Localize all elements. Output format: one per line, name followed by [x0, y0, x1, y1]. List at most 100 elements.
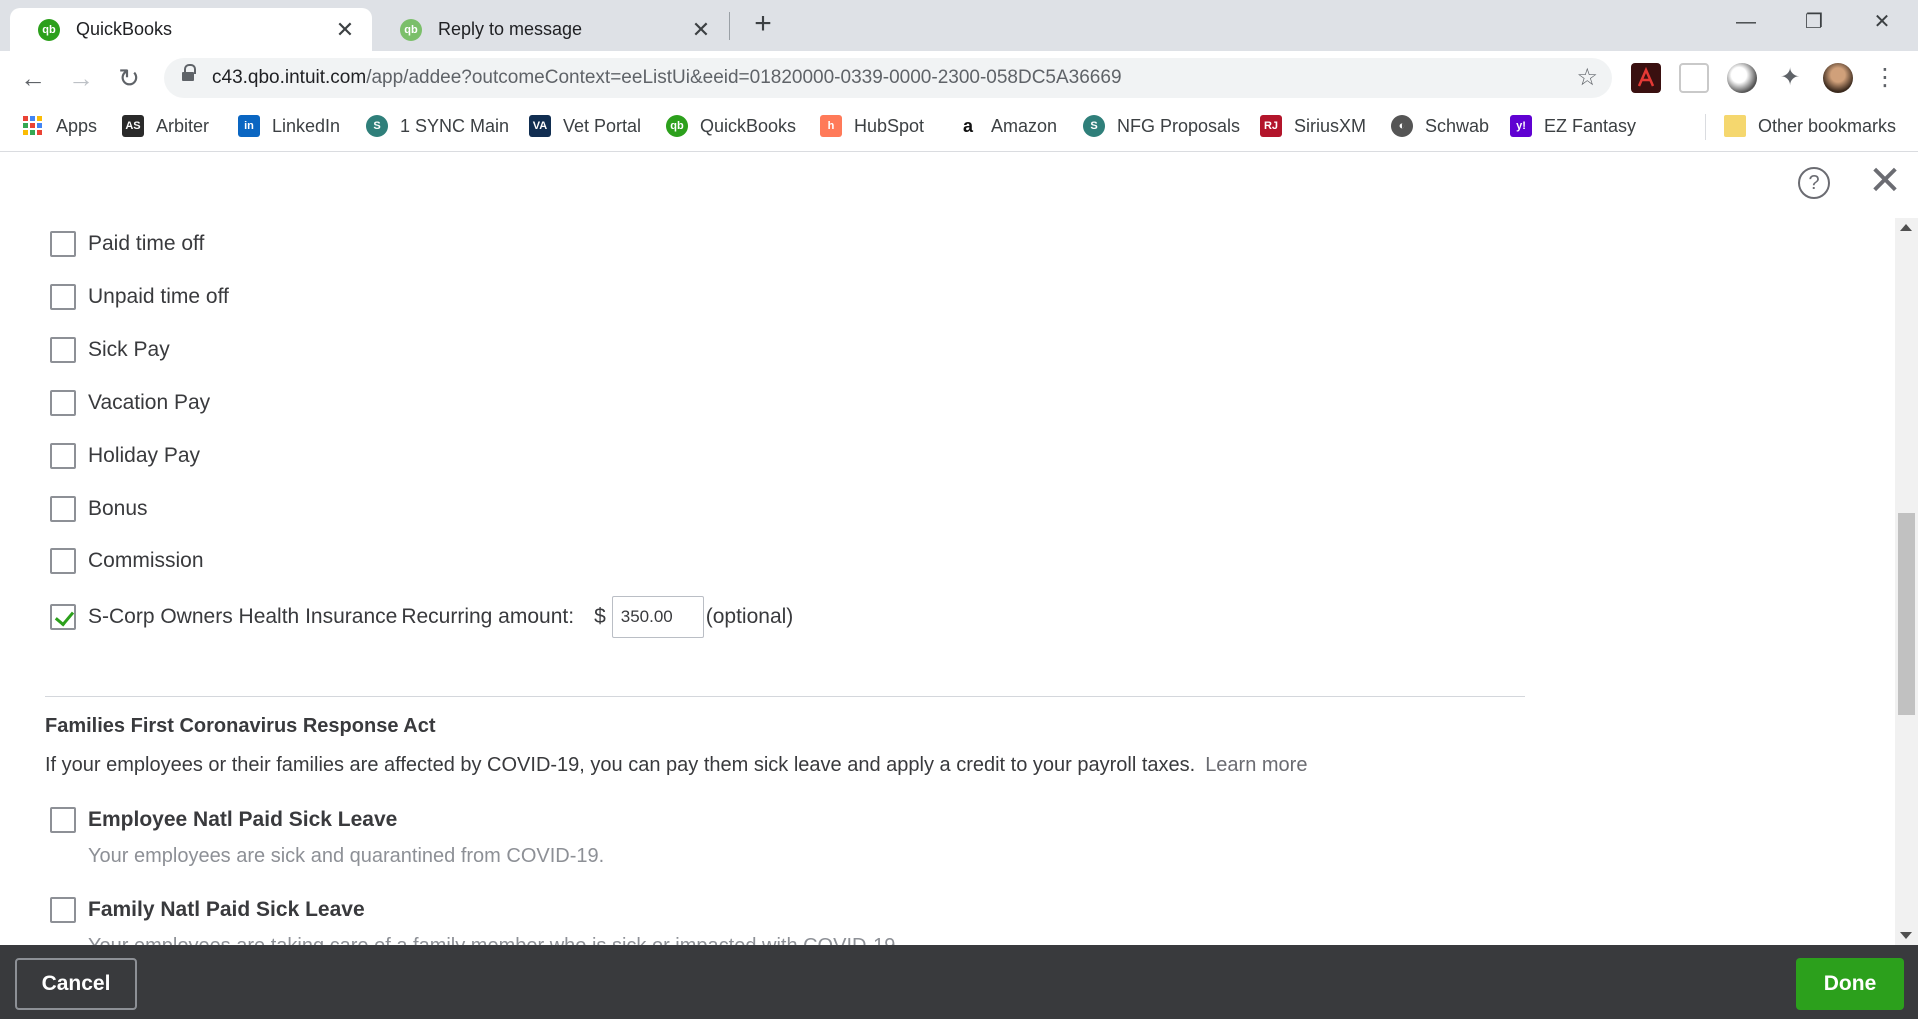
bookmark-linkedin[interactable]: in LinkedIn	[238, 115, 340, 137]
browser-tab-strip: qb QuickBooks ✕ qb Reply to message ✕ + …	[0, 0, 1918, 51]
bookmark-label: Arbiter	[156, 115, 210, 136]
quickbooks-icon: qb	[666, 115, 688, 137]
pay-type-label: Bonus	[88, 497, 148, 520]
scrollbar[interactable]	[1895, 218, 1918, 945]
bookmark-amazon[interactable]: a Amazon	[957, 115, 1057, 137]
ffcra-item-description: Your employees are taking care of a fami…	[88, 935, 901, 945]
pay-type-bonus[interactable]: Bonus	[50, 496, 148, 522]
help-icon[interactable]: ?	[1798, 167, 1830, 199]
learn-more-link[interactable]: Learn more	[1205, 754, 1307, 776]
bookmark-ez-fantasy[interactable]: y! EZ Fantasy	[1510, 115, 1636, 137]
recurring-amount-label: Recurring amount:	[401, 605, 575, 628]
bookmark-label: Vet Portal	[563, 115, 642, 136]
bookmark-siriusxm[interactable]: RJ SiriusXM	[1260, 115, 1366, 137]
pay-type-label: Paid time off	[88, 232, 205, 255]
dark-reader-extension-icon[interactable]	[1727, 63, 1757, 93]
tab-quickbooks[interactable]: qb QuickBooks ✕	[10, 8, 372, 51]
back-button[interactable]: ←	[15, 61, 51, 97]
bookmark-arbiter[interactable]: AS Arbiter	[122, 115, 209, 137]
bookmark-quickbooks[interactable]: qb QuickBooks	[666, 115, 796, 137]
address-bar[interactable]: c43.qbo.intuit.com/app/addee?outcomeCont…	[164, 58, 1612, 98]
bookmarks-divider	[1705, 114, 1706, 140]
bookmark-nfg-proposals[interactable]: S NFG Proposals	[1083, 115, 1240, 137]
browser-toolbar: ← → ↻ c43.qbo.intuit.com/app/addee?outco…	[0, 51, 1918, 106]
checkbox-checked[interactable]	[50, 604, 76, 630]
linkedin-icon: in	[238, 115, 260, 137]
bookmark-schwab[interactable]: ◐ Schwab	[1391, 115, 1489, 137]
browser-menu-icon[interactable]: ⋮	[1870, 63, 1900, 93]
folder-icon	[1724, 115, 1746, 137]
new-tab-button[interactable]: +	[748, 9, 778, 40]
quickbooks-icon: qb	[400, 18, 422, 41]
pay-type-label: Vacation Pay	[88, 391, 211, 414]
tab-title: Reply to message	[438, 19, 583, 39]
pay-type-holiday-pay[interactable]: Holiday Pay	[50, 443, 200, 469]
bookmark-apps[interactable]: Apps	[22, 115, 97, 137]
acrobat-extension-icon[interactable]	[1631, 63, 1661, 93]
bookmark-1-sync-main[interactable]: S 1 SYNC Main	[366, 115, 509, 137]
pay-type-unpaid-time-off[interactable]: Unpaid time off	[50, 284, 229, 310]
scrollbar-thumb[interactable]	[1898, 513, 1915, 715]
bookmark-label: Schwab	[1425, 115, 1490, 136]
bookmark-other-bookmarks[interactable]: Other bookmarks	[1724, 115, 1896, 137]
window-close-button[interactable]: ✕	[1854, 6, 1910, 38]
minimize-button[interactable]: —	[1718, 6, 1774, 38]
pay-type-sick-pay[interactable]: Sick Pay	[50, 337, 170, 363]
checkbox[interactable]	[50, 284, 76, 310]
checkbox[interactable]	[50, 443, 76, 469]
section-divider	[45, 696, 1525, 697]
extensions-puzzle-icon[interactable]: ✦	[1775, 63, 1805, 93]
tab-title: QuickBooks	[76, 19, 173, 39]
tab-close-icon[interactable]: ✕	[690, 17, 712, 43]
currency-symbol: $	[594, 605, 606, 628]
tab-reply-to-message[interactable]: qb Reply to message ✕	[372, 8, 728, 51]
ffcra-item-label: Family Natl Paid Sick Leave	[88, 898, 365, 921]
checkbox[interactable]	[50, 231, 76, 257]
bookmark-label: 1 SYNC Main	[400, 115, 510, 136]
ffcra-section-title: Families First Coronavirus Response Act	[45, 715, 436, 737]
pay-type-label: S-Corp Owners Health Insurance	[88, 605, 398, 628]
checkbox[interactable]	[50, 548, 76, 574]
bookmark-label: Amazon	[991, 115, 1058, 136]
bookmarks-bar: Apps AS Arbiter in LinkedIn S 1 SYNC Mai…	[0, 106, 1918, 152]
siriusxm-icon: RJ	[1260, 115, 1282, 137]
forward-button[interactable]: →	[63, 61, 99, 97]
done-button[interactable]: Done	[1796, 958, 1904, 1010]
quickbooks-icon: qb	[38, 18, 60, 41]
profile-avatar[interactable]	[1823, 63, 1853, 93]
checkbox[interactable]	[50, 897, 76, 923]
checkbox[interactable]	[50, 390, 76, 416]
restore-button[interactable]: ❐	[1786, 6, 1842, 38]
cancel-button[interactable]: Cancel	[15, 958, 137, 1010]
pocket-extension-icon[interactable]	[1679, 63, 1709, 93]
pay-type-paid-time-off[interactable]: Paid time off	[50, 231, 204, 257]
lock-icon	[182, 64, 196, 84]
pay-type-scorp-health-insurance[interactable]: S-Corp Owners Health Insurance Recurring…	[50, 596, 793, 638]
scroll-up-arrow-icon[interactable]	[1900, 224, 1912, 231]
bookmark-star-icon[interactable]: ☆	[1576, 63, 1598, 92]
pay-type-vacation-pay[interactable]: Vacation Pay	[50, 390, 210, 416]
ffcra-family-natl-paid-sick-leave[interactable]: Family Natl Paid Sick Leave	[50, 897, 365, 923]
checkbox[interactable]	[50, 496, 76, 522]
yahoo-icon: y!	[1510, 115, 1532, 137]
scroll-down-arrow-icon[interactable]	[1900, 932, 1912, 939]
ffcra-employee-natl-paid-sick-leave[interactable]: Employee Natl Paid Sick Leave	[50, 807, 397, 833]
close-icon[interactable]: ✕	[1866, 161, 1904, 201]
optional-hint: (optional)	[705, 605, 794, 628]
bookmark-label: NFG Proposals	[1117, 115, 1241, 136]
va-icon: VA	[529, 115, 551, 137]
hubspot-icon: h	[820, 115, 842, 137]
bookmark-vet-portal[interactable]: VA Vet Portal	[529, 115, 641, 137]
pay-type-label: Sick Pay	[88, 338, 170, 361]
url-text[interactable]: c43.qbo.intuit.com/app/addee?outcomeCont…	[212, 67, 1122, 89]
checkbox[interactable]	[50, 337, 76, 363]
arbiter-icon: AS	[122, 115, 144, 137]
recurring-amount-input[interactable]	[611, 596, 704, 638]
tab-close-icon[interactable]: ✕	[334, 17, 356, 43]
pay-type-label: Commission	[88, 549, 204, 572]
reload-button[interactable]: ↻	[111, 61, 147, 97]
sync-icon: S	[366, 115, 388, 137]
checkbox[interactable]	[50, 807, 76, 833]
bookmark-hubspot[interactable]: h HubSpot	[820, 115, 924, 137]
pay-type-commission[interactable]: Commission	[50, 548, 204, 574]
